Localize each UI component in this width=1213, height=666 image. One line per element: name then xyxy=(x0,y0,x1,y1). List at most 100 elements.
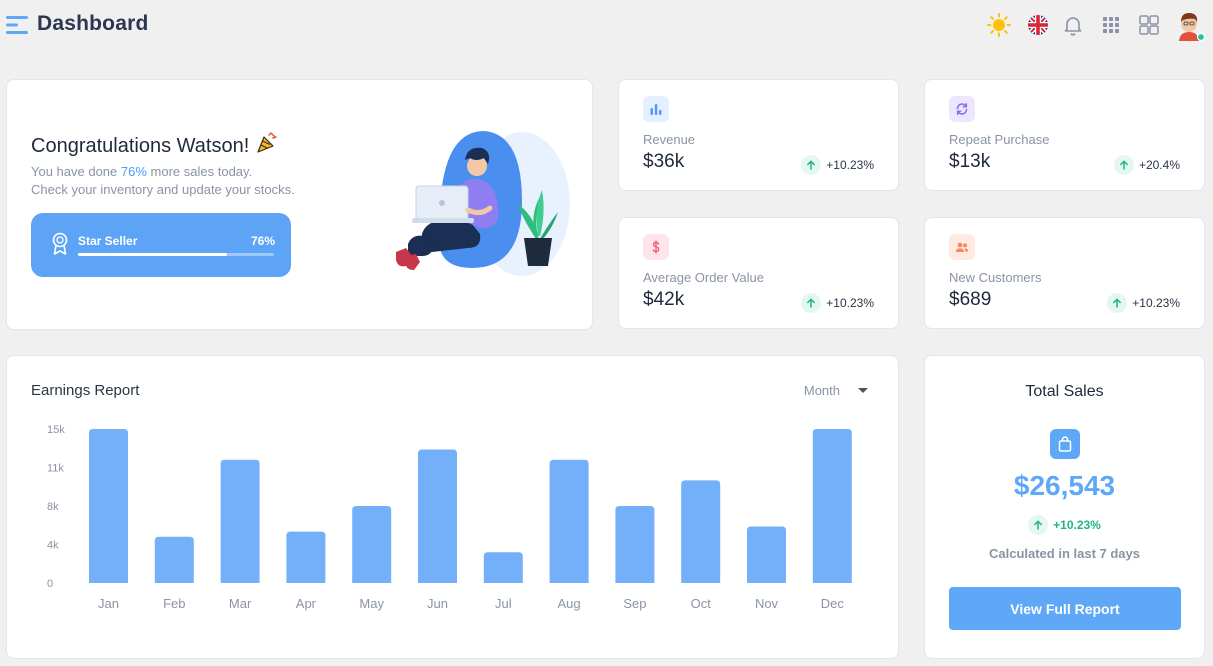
welcome-message: You have done 76% more sales today. Chec… xyxy=(31,163,351,199)
stat-icon-box xyxy=(643,234,669,260)
bar-nov[interactable] xyxy=(747,526,786,583)
bar-aug[interactable] xyxy=(549,459,589,583)
total-sales-change: +10.23% xyxy=(925,515,1204,535)
x-tick-label: Jul xyxy=(495,596,512,611)
stat-change-value: +10.23% xyxy=(1132,296,1180,310)
x-tick-label: Jan xyxy=(98,596,119,611)
x-tick-label: Sep xyxy=(623,596,646,611)
bar-may[interactable] xyxy=(352,506,392,583)
arrow-up-icon xyxy=(1028,515,1049,535)
stat-change-value: +10.23% xyxy=(826,158,874,172)
x-tick-label: Jun xyxy=(427,596,448,611)
bar-jul[interactable] xyxy=(483,552,523,583)
star-seller-progress-fill xyxy=(78,253,227,256)
welcome-line2: Check your inventory and update your sto… xyxy=(31,182,295,197)
award-icon xyxy=(52,232,68,255)
stat-change-value: +10.23% xyxy=(826,296,874,310)
y-tick-label: 4k xyxy=(47,540,59,552)
bar-jun[interactable] xyxy=(418,449,457,583)
refresh-icon xyxy=(956,103,968,115)
party-popper-icon xyxy=(255,132,279,160)
chevron-down-icon xyxy=(858,388,868,393)
view-full-report-button[interactable]: View Full Report xyxy=(949,587,1181,630)
bar-sep[interactable] xyxy=(615,506,655,583)
stat-card-average-order-value: Average Order Value $42k +10.23% xyxy=(618,217,899,329)
top-header: Dashboard xyxy=(0,0,1213,52)
stat-label: Average Order Value xyxy=(643,270,764,285)
stat-value: $42k xyxy=(643,289,685,310)
star-seller-percent: 76% xyxy=(250,234,275,248)
stat-icon-box xyxy=(949,96,975,122)
x-tick-label: Apr xyxy=(296,596,317,611)
arrow-up-icon xyxy=(1107,293,1128,313)
y-tick-label: 11k xyxy=(47,463,64,475)
sun-icon[interactable] xyxy=(987,13,1011,37)
stat-change-value: +20.4% xyxy=(1138,158,1180,172)
stat-change: +20.4% xyxy=(1113,155,1180,175)
star-seller-progress-track xyxy=(78,253,274,256)
stat-label: Repeat Purchase xyxy=(949,132,1050,147)
bar-dec[interactable] xyxy=(812,429,852,583)
welcome-line1-highlight: 76% xyxy=(120,164,147,179)
welcome-line1-pre: You have done xyxy=(31,164,121,179)
earnings-bar-chart: 15k 11k 8k 4k 0 Jan Feb Mar Apr May Jun Jul Aug Sep Oc… xyxy=(47,424,852,611)
stat-icon-box xyxy=(949,234,975,260)
arrow-up-icon xyxy=(801,155,822,175)
uk-flag-icon[interactable] xyxy=(1026,13,1050,37)
arrow-up-icon xyxy=(801,293,822,313)
bar-feb[interactable] xyxy=(154,536,194,583)
welcome-title-text: Congratulations Watson! xyxy=(31,135,250,157)
bar-apr[interactable] xyxy=(286,531,326,583)
stat-card-revenue: Revenue $36k +10.23% xyxy=(618,79,899,191)
x-tick-label: Feb xyxy=(163,596,185,611)
y-tick-label: 0 xyxy=(47,578,53,590)
users-icon xyxy=(955,242,969,252)
menu-icon[interactable] xyxy=(6,14,30,36)
total-sales-amount: $26,543 xyxy=(1013,470,1116,501)
stat-card-repeat-purchase: Repeat Purchase $13k +20.4% xyxy=(924,79,1205,191)
apps-grid-icon[interactable] xyxy=(1099,13,1123,37)
welcome-line1-post: more sales today. xyxy=(146,164,253,179)
bar-mar[interactable] xyxy=(220,459,260,583)
stat-value: $689 xyxy=(949,289,992,310)
page-title: Dashboard xyxy=(37,12,149,35)
x-tick-label: Dec xyxy=(821,596,845,611)
x-tick-label: Nov xyxy=(755,596,779,611)
welcome-card: Congratulations Watson! You have done 76… xyxy=(6,79,593,330)
stat-value: $36k xyxy=(643,151,685,172)
earnings-report-card: Earnings Report Month 15k 11k 8k 4k 0 Jan Feb M… xyxy=(6,355,899,659)
total-sales-note: Calculated in last 7 days xyxy=(988,546,1140,561)
stat-value: $13k xyxy=(949,151,991,172)
earnings-report-title: Earnings Report xyxy=(31,382,140,399)
bar-oct[interactable] xyxy=(681,480,721,583)
x-tick-label: May xyxy=(359,596,384,611)
bar-jan[interactable] xyxy=(89,429,128,583)
star-seller-box: Star Seller 76% xyxy=(31,213,291,277)
total-sales-title: Total Sales xyxy=(1025,383,1104,400)
bell-icon[interactable] xyxy=(1061,13,1085,37)
layout-icon[interactable] xyxy=(1137,13,1161,37)
x-tick-label: Aug xyxy=(558,596,581,611)
stat-change: +10.23% xyxy=(801,293,874,313)
stat-label: Revenue xyxy=(643,132,696,147)
y-tick-label: 8k xyxy=(47,501,59,513)
y-tick-label: 15k xyxy=(47,424,65,436)
x-tick-label: Oct xyxy=(691,596,712,611)
stat-label: New Customers xyxy=(949,270,1042,285)
star-seller-label: Star Seller xyxy=(78,234,138,248)
arrow-up-icon xyxy=(1113,155,1134,175)
stat-card-new-customers: New Customers $689 +10.23% xyxy=(924,217,1205,329)
person-with-laptop-illustration xyxy=(396,131,570,276)
shopping-bag-icon xyxy=(1050,429,1080,459)
dollar-icon xyxy=(652,240,660,254)
stat-change: +10.23% xyxy=(801,155,874,175)
x-tick-label: Mar xyxy=(229,596,252,611)
welcome-title: Congratulations Watson! xyxy=(31,132,279,160)
period-select[interactable]: Month xyxy=(804,383,868,398)
stat-icon-box xyxy=(643,96,669,122)
bar-chart-icon xyxy=(650,104,662,115)
user-avatar[interactable] xyxy=(1176,10,1206,42)
total-sales-card: Total Sales $26,543 +10.23% Calculated i… xyxy=(924,355,1205,659)
total-sales-change-value: +10.23% xyxy=(1053,518,1101,532)
stat-change: +10.23% xyxy=(1107,293,1180,313)
